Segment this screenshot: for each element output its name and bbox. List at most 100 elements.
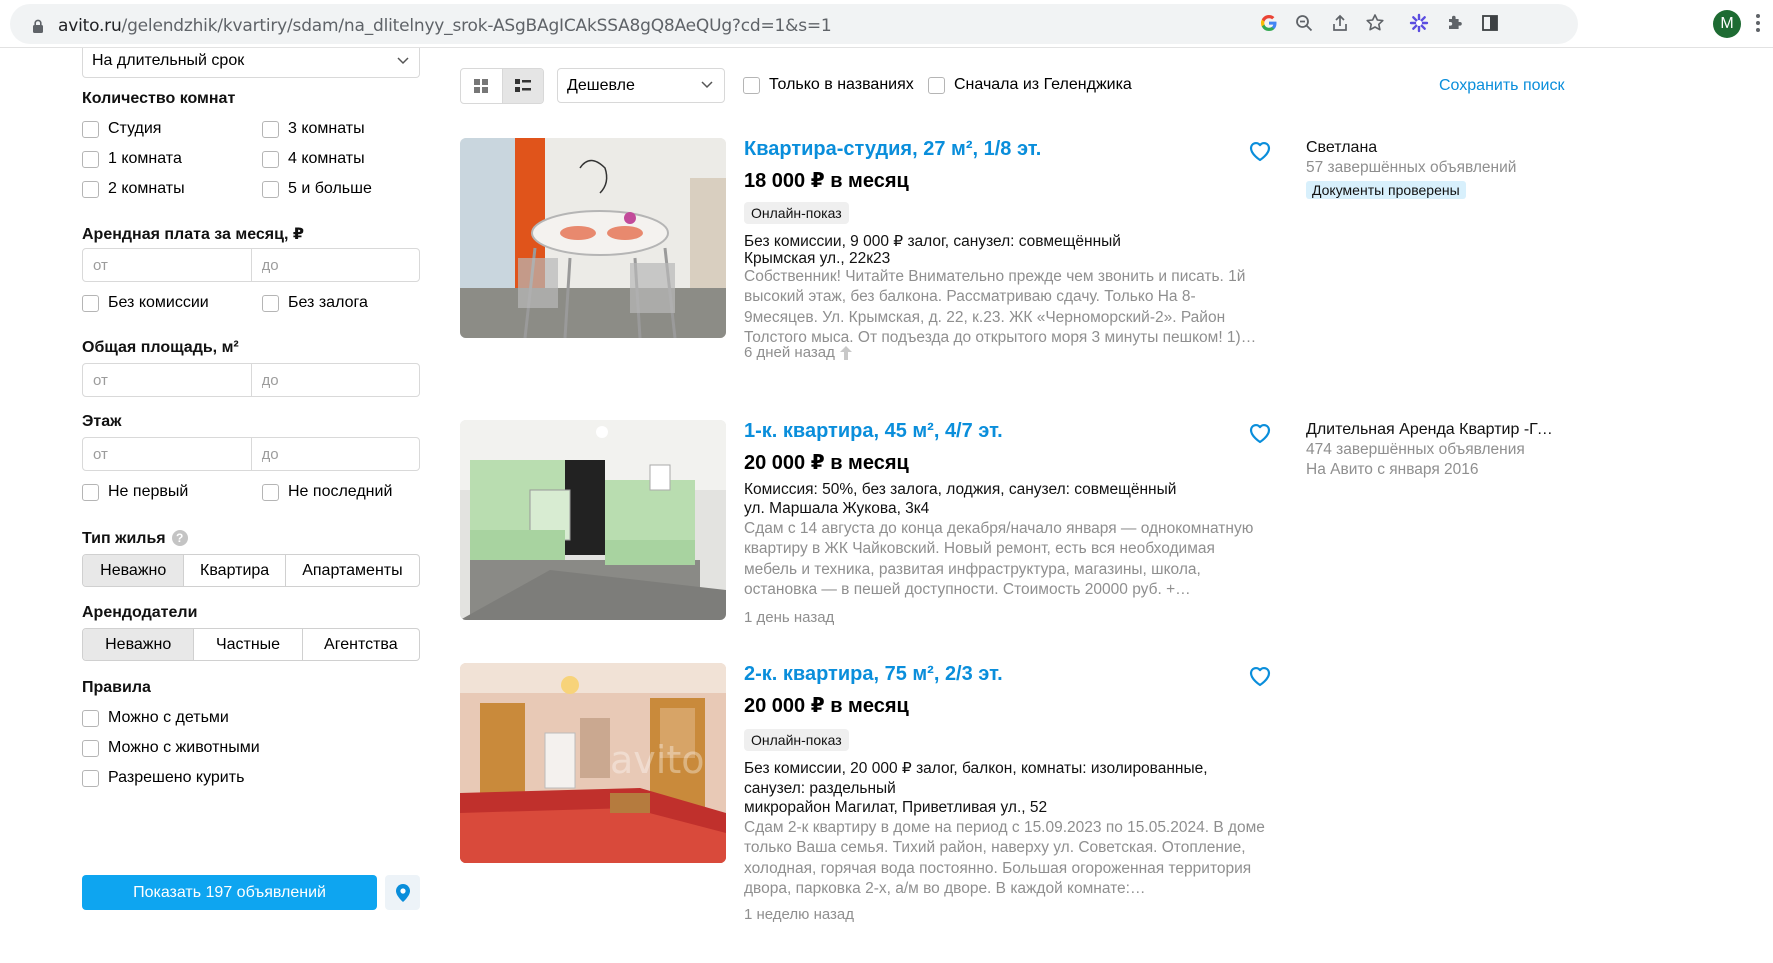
checkbox-box[interactable] [82,120,99,138]
housing-apartment-option[interactable]: Квартира [183,555,284,586]
listing-address: Крымская ул., 22к23 [744,250,891,267]
checkbox-label: Только в названиях [769,76,914,93]
heart-icon[interactable] [1248,422,1272,444]
listing-price: 20 000 ₽ в месяц [744,452,909,474]
share-icon[interactable] [1329,12,1351,34]
landlord-any-option[interactable]: Неважно [83,629,194,660]
seller-info: Длительная Аренда Квартир -Ге… 474 завер… [1306,420,1561,479]
price-to-input[interactable] [251,249,419,281]
floor-to-input[interactable] [251,438,419,470]
area-to-input[interactable] [251,364,419,396]
heart-icon[interactable] [1248,665,1272,687]
zoom-icon[interactable] [1293,12,1315,34]
price-label: Арендная плата за месяц, ₽ [82,226,304,243]
checkbox-label: Сначала из Геленджика [954,76,1132,93]
checkbox-box[interactable] [262,294,279,312]
price-from-input[interactable] [83,249,251,281]
save-search-link[interactable]: Сохранить поиск [1439,77,1564,95]
first-from-city-checkbox[interactable]: Сначала из Геленджика [928,76,1132,94]
landlord-private-option[interactable]: Частные [193,629,301,660]
side-panel-icon[interactable] [1479,12,1501,34]
checkbox-box[interactable] [262,483,279,501]
room-4-checkbox[interactable]: 4 комнаты [262,150,365,168]
listing-date: 1 неделю назад [744,906,854,923]
rooms-label: Количество комнат [82,90,236,107]
checkbox-label: 2 комнаты [108,180,185,197]
no-commission-checkbox[interactable]: Без комиссии [82,294,209,312]
listing-photo[interactable] [460,138,726,338]
grid-view-button[interactable] [461,69,502,103]
checkbox-box[interactable] [928,76,945,94]
checkbox-box[interactable] [82,150,99,168]
checkbox-box[interactable] [82,769,99,787]
seller-stats: 474 завершённых объявления [1306,441,1525,458]
checkbox-box[interactable] [262,150,279,168]
map-button[interactable] [385,875,420,910]
bookmark-star-icon[interactable] [1364,12,1386,34]
listing-params: Комиссия: 50%, без залога, лоджия, сануз… [744,481,1177,498]
online-showing-badge: Онлайн-показ [744,202,849,224]
help-icon[interactable]: ? [171,530,188,546]
housing-any-option[interactable]: Неважно [83,555,184,586]
listing-title[interactable]: Квартира-студия, 27 м², 1/8 эт. [744,138,1041,161]
checkbox-box[interactable] [82,180,99,198]
watermark: avito [610,738,704,782]
extension-flower-icon[interactable] [1408,12,1430,34]
checkbox-box[interactable] [82,483,99,501]
listing-date-text: 1 день назад [744,609,835,626]
room-1-checkbox[interactable]: 1 комната [82,150,182,168]
area-label: Общая площадь, м² [82,339,239,356]
rent-term-select[interactable]: На длительный срок [82,48,420,78]
extensions-puzzle-icon[interactable] [1444,12,1466,34]
list-view-button[interactable] [501,69,543,103]
price-range [82,248,420,282]
listing-photo[interactable] [460,420,726,620]
rules-label: Правила [82,679,151,696]
checkbox-label: Без залога [288,294,368,311]
floor-from-input[interactable] [83,438,251,470]
seller-name[interactable]: Светлана [1306,139,1561,157]
listing-price: 18 000 ₽ в месяц [744,170,909,192]
checkbox-box[interactable] [82,709,99,727]
checkbox-label: 4 комнаты [288,150,365,167]
listing-date: 1 день назад [744,609,834,626]
grid-icon [474,79,489,93]
kids-allowed-checkbox[interactable]: Можно с детьми [82,709,229,727]
smoking-allowed-checkbox[interactable]: Разрешено курить [82,769,244,787]
room-studio-checkbox[interactable]: Студия [82,120,161,138]
area-from-input[interactable] [83,364,251,396]
checkbox-box[interactable] [262,120,279,138]
checkbox-box[interactable] [82,294,99,312]
no-deposit-checkbox[interactable]: Без залога [262,294,368,312]
room-2-checkbox[interactable]: 2 комнаты [82,180,185,198]
listing-card: avito 2-к. квартира, 75 м², 2/3 эт. 20 0… [460,663,1560,923]
not-last-checkbox[interactable]: Не последний [262,483,392,501]
checkbox-label: Не первый [108,483,189,500]
google-icon[interactable] [1258,12,1280,34]
seller-since: На Авито с января 2016 [1306,461,1479,478]
browser-menu-icon[interactable] [1755,12,1761,34]
room-5plus-checkbox[interactable]: 5 и больше [262,180,372,198]
url-text[interactable]: avito.ru/gelendzhik/kvartiry/sdam/na_dli… [58,16,832,36]
landlord-agency-option[interactable]: Агентства [301,629,419,660]
profile-avatar[interactable]: M [1713,10,1741,38]
pets-allowed-checkbox[interactable]: Можно с животными [82,739,260,757]
room-3-checkbox[interactable]: 3 комнаты [262,120,365,138]
listing-description: Собственник! Читайте Внимательно прежде … [744,268,1257,347]
checkbox-box[interactable] [743,76,760,94]
show-results-button[interactable]: Показать 197 объявлений [82,875,377,910]
seller-name[interactable]: Длительная Аренда Квартир -Ге… [1306,421,1561,439]
checkbox-box[interactable] [262,180,279,198]
only-titles-checkbox[interactable]: Только в названиях [743,76,914,94]
listing-photo[interactable]: avito [460,663,726,863]
listing-address: микрорайон Магилат, Приветливая ул., 52 [744,799,1048,816]
not-first-checkbox[interactable]: Не первый [82,483,188,501]
housing-aparthotel-option[interactable]: Апартаменты [284,555,419,586]
listing-title[interactable]: 2-к. квартира, 75 м², 2/3 эт. [744,663,1003,686]
sort-select[interactable]: Дешевле [557,68,725,103]
lock-icon[interactable] [32,19,44,33]
heart-icon[interactable] [1248,140,1272,162]
checkbox-box[interactable] [82,739,99,757]
housing-type-segmented: Неважно Квартира Апартаменты [82,554,420,587]
listing-title[interactable]: 1-к. квартира, 45 м², 4/7 эт. [744,420,1003,443]
